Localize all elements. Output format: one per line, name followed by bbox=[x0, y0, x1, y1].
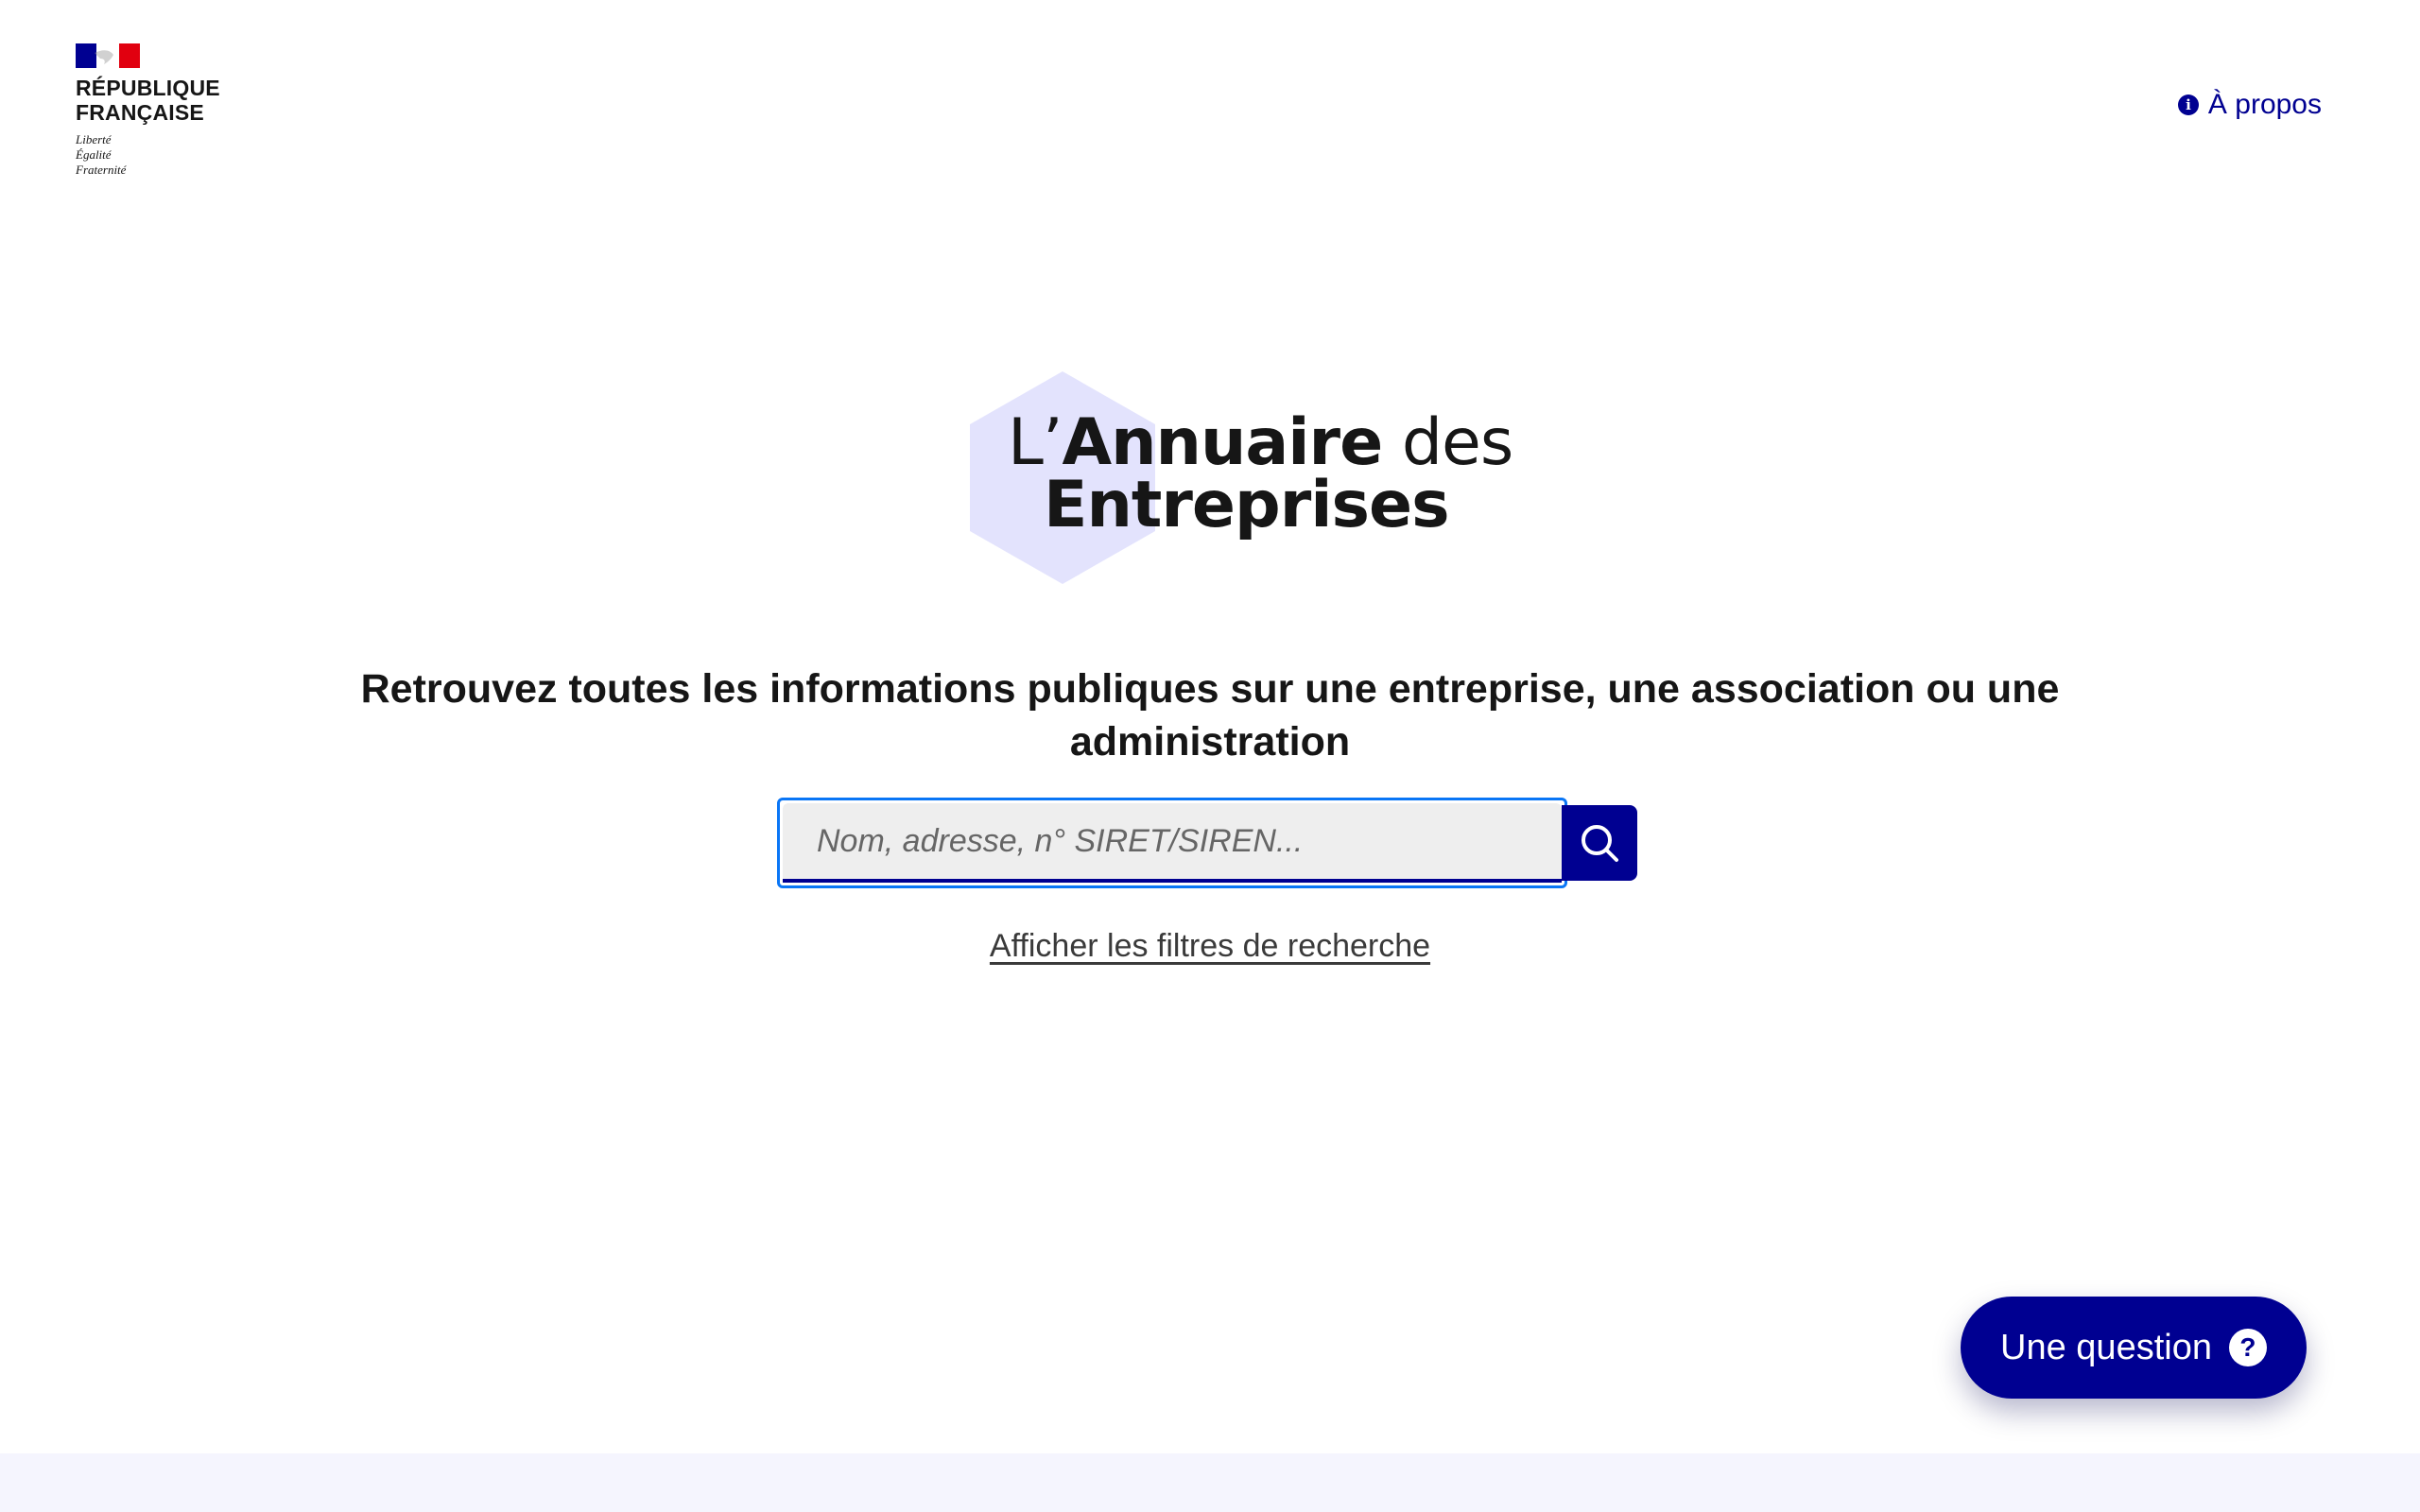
gov-motto: Liberté Égalité Fraternité bbox=[76, 132, 265, 178]
filters-toggle: Afficher les filtres de recherche bbox=[0, 928, 2420, 965]
search-input[interactable] bbox=[783, 803, 1562, 883]
annuaire-entreprises-logo: L’Annuaire des Entreprises bbox=[970, 371, 1513, 584]
republique-francaise-logo[interactable]: RÉPUBLIQUE FRANÇAISE Liberté Égalité Fra… bbox=[76, 43, 265, 178]
motto-liberte: Liberté bbox=[76, 132, 112, 146]
search-focus-ring bbox=[777, 798, 1567, 888]
about-label: À propos bbox=[2207, 89, 2322, 120]
footer-band bbox=[0, 1453, 2420, 1512]
gov-name-line1: RÉPUBLIQUE bbox=[76, 76, 220, 100]
help-question-button[interactable]: Une question ? bbox=[1961, 1297, 2307, 1399]
search-form bbox=[777, 798, 1637, 888]
hero-tagline: Retrouvez toutes les informations publiq… bbox=[360, 665, 2060, 765]
search-icon bbox=[1582, 825, 1618, 862]
search-button[interactable] bbox=[1562, 805, 1637, 881]
brand-title-line2: Entreprises bbox=[1044, 468, 1450, 542]
question-icon: ? bbox=[2228, 1329, 2267, 1366]
marianne-flag-icon bbox=[76, 43, 140, 68]
show-filters-link[interactable]: Afficher les filtres de recherche bbox=[990, 928, 1430, 964]
question-label: Une question bbox=[2000, 1327, 2212, 1367]
gov-name-line2: FRANÇAISE bbox=[76, 100, 204, 125]
motto-fraternite: Fraternité bbox=[76, 163, 127, 177]
info-icon: i bbox=[2177, 94, 2199, 115]
brand-title-line1: L’Annuaire des bbox=[1008, 411, 1513, 475]
gov-name: RÉPUBLIQUE FRANÇAISE bbox=[76, 76, 265, 125]
about-link[interactable]: i À propos bbox=[2177, 89, 2322, 121]
motto-egalite: Égalité bbox=[76, 147, 112, 162]
